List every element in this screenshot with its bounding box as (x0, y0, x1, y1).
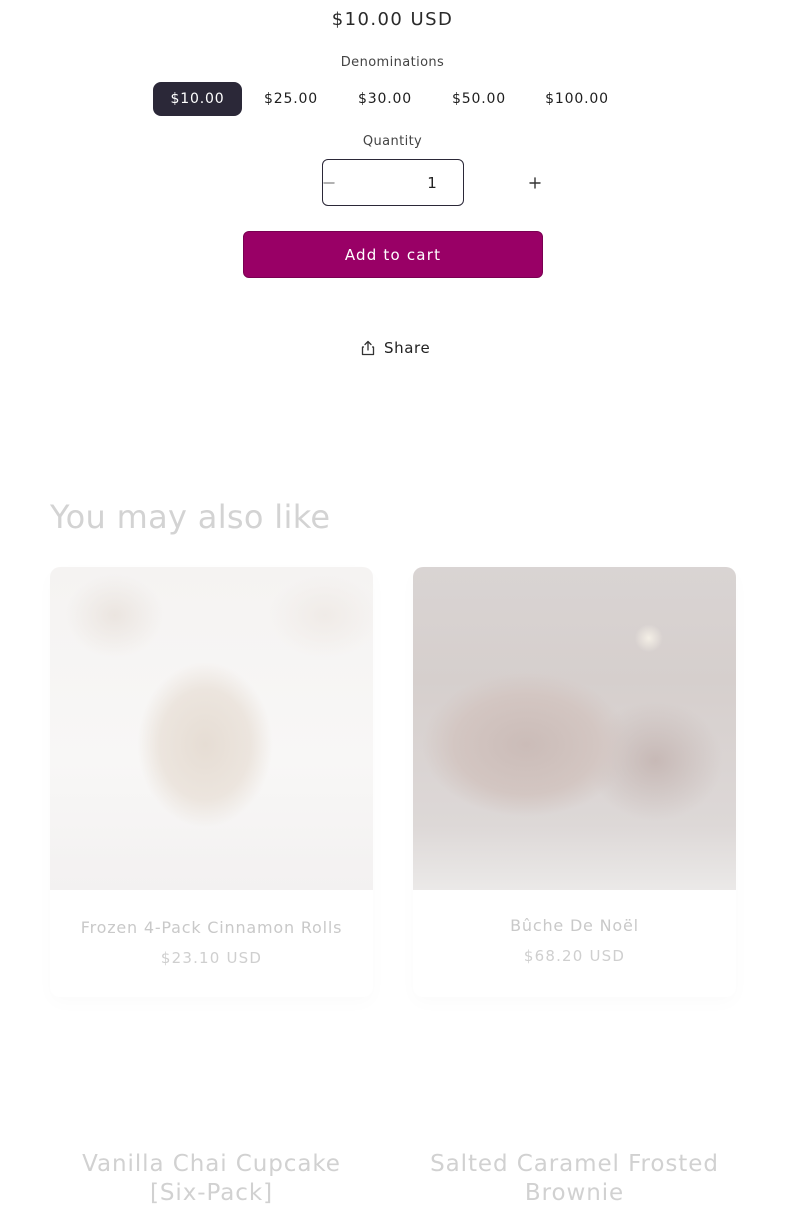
product-card-title[interactable]: Bûche De Noël (413, 916, 736, 935)
product-card[interactable]: Frozen 4-Pack Cinnamon Rolls $23.10 USD (50, 567, 373, 997)
denomination-100[interactable]: $100.00 (526, 82, 628, 116)
product-card[interactable]: Salted Caramel Frosted Brownie (413, 1040, 736, 1212)
product-price: $10.00 USD (331, 9, 454, 30)
decrease-quantity-button[interactable] (323, 160, 335, 205)
denomination-10[interactable]: $10.00 (153, 82, 242, 116)
product-card-title[interactable]: Salted Caramel Frosted Brownie (413, 1150, 736, 1208)
share-icon (361, 340, 375, 356)
product-card-title[interactable]: Vanilla Chai Cupcake [Six-Pack] (50, 1150, 373, 1208)
denomination-50[interactable]: $50.00 (432, 82, 526, 116)
share-button[interactable]: Share (360, 339, 430, 357)
share-label: Share (384, 339, 431, 357)
denomination-30[interactable]: $30.00 (338, 82, 432, 116)
denominations-label: Denominations (340, 55, 445, 70)
plus-icon (529, 176, 541, 189)
product-card-price: $23.10 USD (160, 949, 263, 967)
add-to-cart-button[interactable]: Add to cart (243, 231, 543, 278)
product-card[interactable]: Bûche De Noël $68.20 USD (413, 567, 736, 997)
increase-quantity-button[interactable] (529, 160, 541, 205)
product-image (413, 567, 736, 890)
product-card-price: $68.20 USD (523, 947, 626, 965)
quantity-stepper (322, 159, 541, 206)
denomination-options: $10.00 $25.00 $30.00 $50.00 $100.00 (153, 82, 628, 116)
product-image (50, 567, 373, 890)
product-card-title[interactable]: Frozen 4-Pack Cinnamon Rolls (50, 918, 373, 937)
denomination-25[interactable]: $25.00 (244, 82, 338, 116)
quantity-label: Quantity (362, 134, 423, 149)
product-card[interactable]: Vanilla Chai Cupcake [Six-Pack] (50, 1040, 373, 1212)
recommendations-title: You may also like (50, 498, 331, 536)
minus-icon (323, 181, 335, 184)
quantity-input[interactable] (335, 160, 529, 205)
